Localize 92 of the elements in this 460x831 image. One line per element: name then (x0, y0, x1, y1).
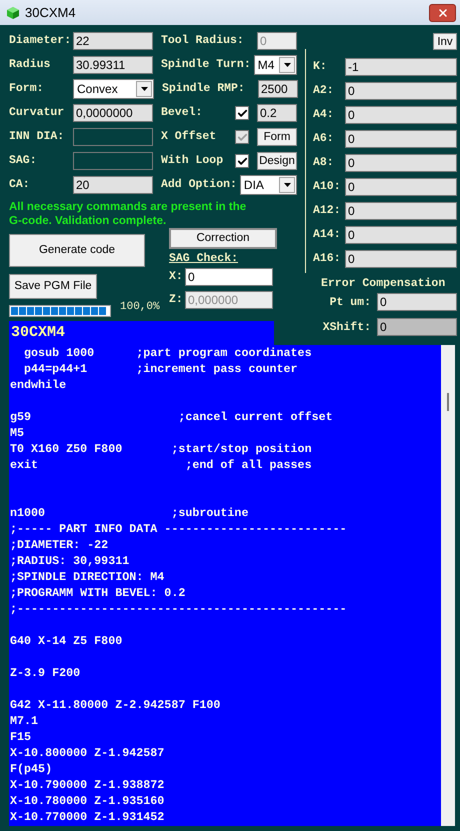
input-field[interactable]: 22 (73, 32, 153, 50)
code-line: g59 ;cancel current offset (10, 409, 334, 425)
code-line: endwhile (10, 377, 68, 393)
input-field[interactable]: 0 (345, 178, 457, 196)
code-line: ;DIAMETER: -22 (10, 537, 110, 553)
coefficient-label: K: (313, 59, 328, 76)
field-label: INN DIA: (9, 129, 66, 146)
dropdown[interactable]: DIA (240, 175, 297, 195)
window-title: 30CXM4 (25, 4, 76, 22)
field-label: CA: (9, 177, 31, 194)
coefficient-label: A10: (313, 179, 342, 196)
input-field[interactable]: -1 (345, 58, 457, 76)
close-icon (436, 6, 448, 18)
document-title: 30CXM4 (11, 322, 66, 343)
code-line: ;----- PART INFO DATA -------------------------- (10, 521, 348, 537)
section-heading: SAG Check: (169, 252, 238, 265)
field-label: SAG: (9, 153, 38, 170)
field-label: Diameter: (9, 33, 72, 50)
coefficient-label: A6: (313, 131, 335, 148)
input-field[interactable]: 0,0000000 (73, 104, 153, 122)
field-label: Spindle RMP: (162, 81, 245, 98)
coefficient-label: A12: (313, 203, 342, 220)
code-line: X-10.780000 Z-1.935160 (10, 793, 166, 809)
code-line: F15 (10, 729, 32, 745)
code-line: M5 (10, 425, 26, 441)
code-line: ;RADIUS: 30,99311 (10, 553, 130, 569)
field-label: Form: (9, 81, 45, 98)
close-button[interactable] (429, 4, 456, 22)
code-editor[interactable] (9, 345, 441, 826)
input-field[interactable]: 0 (345, 226, 457, 244)
coefficient-label: A2: (313, 83, 335, 100)
code-line: T0 X160 Z50 F800 ;start/stop position (10, 441, 313, 457)
checkbox[interactable] (235, 154, 249, 168)
field-label: Curvatur (9, 105, 66, 122)
code-line: Z-3.9 F200 (10, 665, 82, 681)
invert-button[interactable]: Inv (433, 33, 457, 50)
code-line: X-10.770000 Z-1.931452 (10, 809, 166, 825)
field-label: Bevel: (161, 105, 202, 122)
scroll-thumb[interactable] (447, 393, 449, 411)
input-field[interactable]: 0 (377, 318, 457, 336)
input-field[interactable]: 30.99311 (73, 56, 153, 74)
input-field[interactable]: 0 (345, 82, 457, 100)
field-label: Add Option: (161, 177, 237, 194)
field-label: Radius (9, 57, 52, 74)
field-label: X Offset (161, 129, 216, 146)
status-message: All necessary commands are present in the G-code. Validation complete. (9, 200, 248, 228)
code-line: G42 X-11.80000 Z-2.942587 F100 (10, 697, 222, 713)
code-line: gosub 1000 ;part program coordinates (23, 345, 313, 361)
scrollbar[interactable] (441, 345, 455, 826)
field-label: Tool Radius: (161, 33, 244, 50)
cube-icon (6, 6, 20, 20)
field-label: Pt um: (328, 294, 371, 311)
progress-percentage: 100,0% (120, 300, 160, 315)
action-button[interactable]: Form (257, 128, 297, 146)
code-line: X-10.800000 Z-1.942587 (10, 745, 166, 761)
code-line: exit ;end of all passes (10, 457, 313, 473)
input-field[interactable]: 0 (345, 154, 457, 172)
field-label: X: (169, 269, 184, 286)
section-heading: Error Compensation (321, 276, 446, 292)
generate-code-button[interactable]: Generate code (9, 234, 145, 267)
input-field[interactable]: 20 (73, 176, 153, 194)
input-field[interactable]: 0 (345, 250, 457, 268)
action-button[interactable]: Design (257, 152, 297, 170)
field-label: XShift: (322, 320, 371, 336)
checkbox[interactable] (235, 106, 249, 120)
input-field[interactable]: 0 (345, 106, 457, 124)
coefficient-label: A16: (313, 251, 342, 268)
input-field[interactable]: 0 (185, 268, 273, 286)
coefficient-label: A8: (313, 155, 335, 172)
field-label: With Loop (161, 153, 224, 170)
coefficient-label: A14: (313, 227, 342, 244)
code-line: ;----------------------------------------------- (10, 601, 348, 617)
dropdown[interactable]: Convex (73, 79, 154, 99)
code-line: X-10.790000 Z-1.938872 (10, 777, 166, 793)
code-line: M7.1 (10, 713, 40, 729)
input-field[interactable]: 0 (377, 293, 457, 312)
code-line: ;SPINDLE DIRECTION: M4 (10, 569, 166, 585)
correction-button[interactable]: Correction (169, 228, 277, 249)
dropdown[interactable]: M4 (254, 55, 297, 75)
input-field[interactable]: 2500 (258, 80, 298, 98)
coefficient-label: A4: (313, 107, 335, 124)
input-field[interactable]: 0.2 (257, 104, 297, 122)
code-line: p44=p44+1 ;increment pass counter (23, 361, 299, 377)
field-label: Spindle Turn: (161, 57, 251, 74)
code-line: n1000 ;subroutine (10, 505, 250, 521)
code-line: ;PROGRAMM WITH BEVEL: 0.2 (10, 585, 186, 601)
save-file-button[interactable]: Save PGM File (9, 274, 97, 299)
code-line: F(p45) (10, 761, 54, 777)
input-field[interactable]: 0 (345, 202, 457, 220)
field-label: Z: (169, 292, 184, 308)
code-line: G40 X-14 Z5 F800 (10, 633, 124, 649)
input-field[interactable]: 0 (345, 130, 457, 148)
